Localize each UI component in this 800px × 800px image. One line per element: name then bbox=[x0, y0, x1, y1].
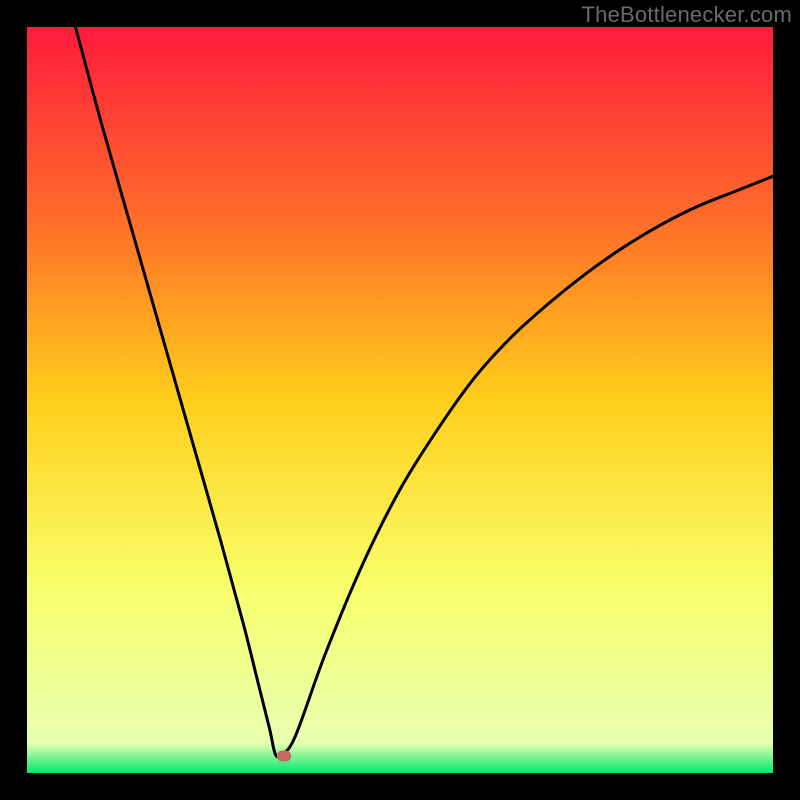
plot-area bbox=[27, 27, 773, 773]
watermark-text: TheBottlenecker.com bbox=[582, 2, 792, 28]
gradient-background bbox=[27, 27, 773, 773]
chart-container: TheBottlenecker.com bbox=[0, 0, 800, 800]
optimal-point-marker bbox=[277, 750, 291, 761]
plot-svg bbox=[27, 27, 773, 773]
